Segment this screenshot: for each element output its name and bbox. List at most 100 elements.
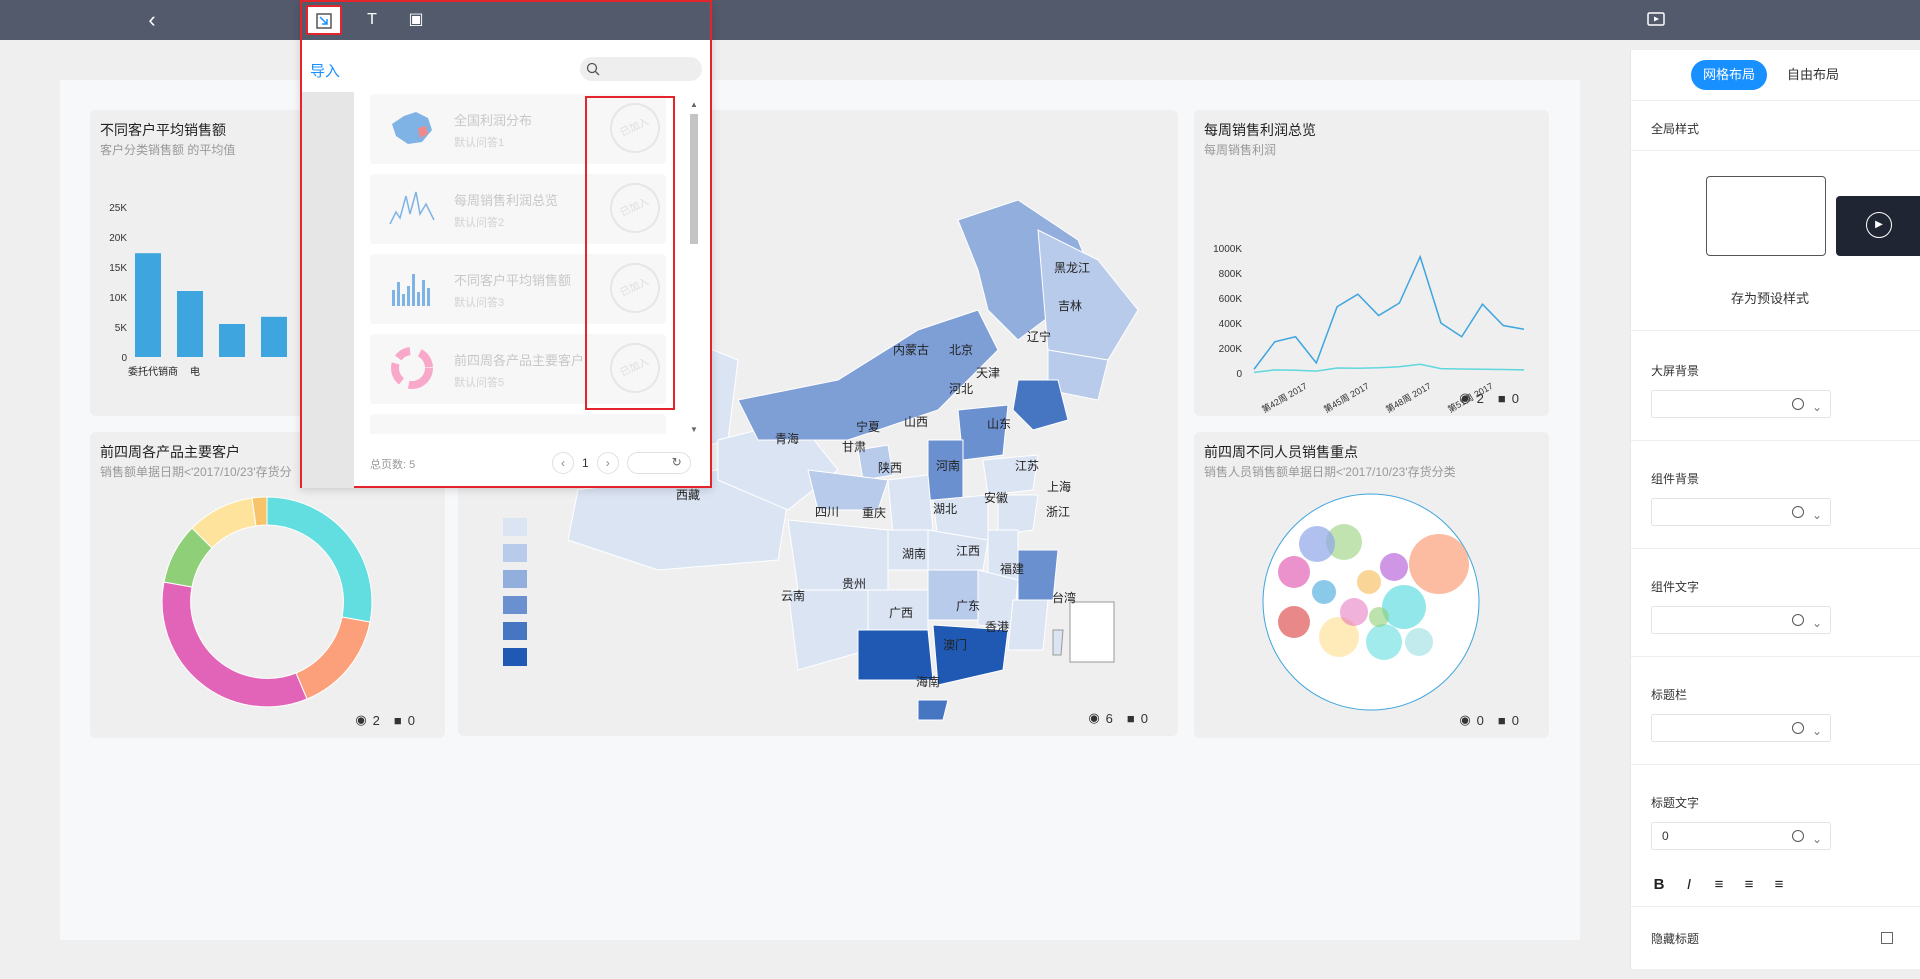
province-label: 辽宁 bbox=[1027, 329, 1051, 344]
item-name: 前四周各产品主要客户 bbox=[454, 353, 585, 368]
province-label: 香港 bbox=[985, 620, 1009, 634]
bold-icon[interactable]: B bbox=[1651, 876, 1667, 893]
y-tick-label: 15K bbox=[109, 263, 127, 274]
title-text-select[interactable]: 0 ⌄ bbox=[1651, 822, 1831, 850]
item-name: 全国利润分布 bbox=[454, 113, 533, 128]
text-format-toolbar: B I ≡ ≡ ≡ bbox=[1651, 876, 1787, 893]
import-list-item-partial[interactable] bbox=[370, 414, 666, 434]
bar bbox=[261, 316, 287, 357]
eye-icon: ◉ bbox=[355, 712, 367, 727]
widget-bg-select[interactable]: ⌄ bbox=[1651, 498, 1831, 526]
weekly-profit-card[interactable]: 每周销售利润总览 每周销售利润 0 200K 400K 600K 800K 1000K 第4… bbox=[1194, 110, 1549, 416]
y-tick-label: 200K bbox=[1219, 344, 1243, 355]
views-value: 6 bbox=[1105, 710, 1113, 726]
comments-value: 0 bbox=[1511, 390, 1519, 406]
x-tick-label: 第45周 2017 bbox=[1322, 380, 1371, 415]
legend-swatch bbox=[503, 570, 527, 588]
views-count: ◉ 0 bbox=[1459, 712, 1484, 728]
y-tick-label: 10K bbox=[109, 293, 127, 304]
x-tick-label: 第42周 2017 bbox=[1260, 380, 1309, 415]
card-stats: ◉ 0 ■ 0 bbox=[1459, 712, 1519, 728]
import-list-scrollbar[interactable]: ▲ ▼ bbox=[688, 100, 698, 434]
province-label: 浙江 bbox=[1046, 505, 1070, 519]
preset-style-light[interactable] bbox=[1706, 176, 1826, 256]
play-icon: ▶ bbox=[1866, 212, 1892, 238]
item-answer: 默认问答3 bbox=[454, 297, 505, 309]
comments-count: ■ 0 bbox=[1127, 711, 1148, 726]
y-tick-label: 5K bbox=[115, 323, 128, 334]
comment-icon: ■ bbox=[1126, 710, 1135, 726]
text-icon[interactable]: T bbox=[354, 5, 390, 35]
page-jump-input[interactable]: ↻ bbox=[626, 452, 691, 474]
comments-count: ■ 0 bbox=[1498, 713, 1519, 728]
current-page: 1 bbox=[582, 456, 589, 470]
divider bbox=[1631, 656, 1920, 657]
map-legend bbox=[503, 518, 527, 666]
series-line bbox=[1253, 363, 1525, 374]
color-circle-icon bbox=[1792, 398, 1804, 410]
import-heading: 导入 bbox=[310, 63, 341, 80]
views-count: ◉ 2 bbox=[1459, 390, 1484, 406]
province-label: 吉林 bbox=[1058, 299, 1082, 313]
divider bbox=[1631, 548, 1920, 549]
title-bar-select[interactable]: ⌄ bbox=[1651, 714, 1831, 742]
comment-icon: ■ bbox=[1497, 712, 1506, 728]
align-left-icon[interactable]: ≡ bbox=[1711, 876, 1727, 893]
divider bbox=[1631, 440, 1920, 441]
province-label: 宁夏 bbox=[856, 419, 880, 434]
comments-value: 0 bbox=[1140, 710, 1148, 726]
screen-bg-select[interactable]: ⌄ bbox=[1651, 390, 1831, 418]
divider bbox=[1631, 100, 1920, 101]
views-value: 2 bbox=[1476, 390, 1484, 406]
image-icon[interactable]: ▣ bbox=[398, 5, 434, 35]
title-text-value: 0 bbox=[1662, 829, 1669, 843]
legend-swatch bbox=[503, 622, 527, 640]
import-search-input[interactable] bbox=[580, 57, 702, 81]
province-hainan bbox=[917, 699, 949, 721]
next-page-button[interactable]: › bbox=[596, 452, 619, 474]
province-label: 青海 bbox=[775, 431, 799, 446]
widget-bg-label: 组件背景 bbox=[1651, 472, 1700, 486]
province-label: 江苏 bbox=[1015, 459, 1039, 473]
card-stats: ◉ 2 ■ 0 bbox=[1459, 390, 1519, 406]
scroll-up-icon[interactable]: ▲ bbox=[690, 100, 698, 109]
align-center-icon[interactable]: ≡ bbox=[1741, 876, 1757, 893]
import-icon[interactable] bbox=[306, 5, 342, 35]
scrollbar-thumb[interactable] bbox=[690, 114, 698, 244]
divider bbox=[1631, 764, 1920, 765]
province-label: 山西 bbox=[904, 415, 928, 429]
item-answer: 默认问答5 bbox=[454, 377, 505, 389]
preset-style-dark[interactable]: ▶ bbox=[1836, 196, 1920, 256]
hide-title-checkbox[interactable] bbox=[1881, 932, 1893, 944]
y-tick-label: 0 bbox=[1236, 369, 1242, 380]
scroll-down-icon[interactable]: ▼ bbox=[690, 425, 698, 434]
views-count: ◉ 2 bbox=[355, 712, 380, 728]
bar-thumb-icon bbox=[392, 274, 430, 306]
bar bbox=[177, 291, 203, 357]
divider bbox=[1631, 330, 1920, 331]
grid-layout-tab[interactable]: 网格布局 bbox=[1691, 60, 1768, 90]
widget-text-label: 组件文字 bbox=[1651, 580, 1700, 594]
map-thumb-icon bbox=[392, 112, 432, 144]
legend-swatch bbox=[503, 648, 527, 666]
align-right-icon[interactable]: ≡ bbox=[1771, 876, 1787, 893]
italic-icon[interactable]: I bbox=[1681, 876, 1697, 893]
comments-count: ■ 0 bbox=[1498, 391, 1519, 406]
save-preset-label[interactable]: 存为预设样式 bbox=[1731, 288, 1809, 307]
widget-text-select[interactable]: ⌄ bbox=[1651, 606, 1831, 634]
views-value: 2 bbox=[372, 712, 380, 728]
province-hebei bbox=[957, 404, 1009, 461]
province-label: 陕西 bbox=[878, 460, 902, 475]
province-fujian bbox=[1007, 599, 1049, 651]
free-layout-tab[interactable]: 自由布局 bbox=[1775, 60, 1851, 90]
x-tick-label: 电 bbox=[190, 365, 200, 378]
title-text-label: 标题文字 bbox=[1651, 796, 1700, 810]
title-bar-label: 标题栏 bbox=[1651, 688, 1688, 702]
comments-value: 0 bbox=[1511, 712, 1519, 728]
sales-focus-card[interactable]: 前四周不同人员销售重点 销售人员销售额单据日期<'2017/10/23'存货分类… bbox=[1194, 432, 1549, 738]
comment-icon: ■ bbox=[1497, 390, 1506, 406]
back-chevron-icon[interactable]: ‹ bbox=[140, 8, 164, 32]
play-screen-icon[interactable] bbox=[1645, 9, 1667, 31]
refresh-icon[interactable]: ↻ bbox=[672, 455, 682, 469]
prev-page-button[interactable]: ‹ bbox=[552, 452, 574, 474]
